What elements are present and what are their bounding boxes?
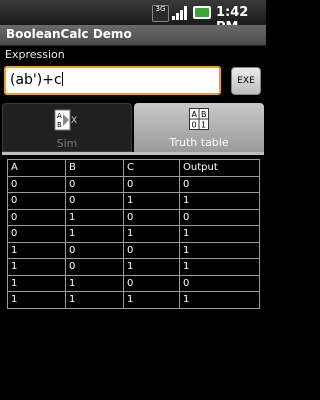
table-cell: 1 [123, 192, 180, 210]
table-cell: 1 [123, 291, 180, 309]
table-row: 0000 [7, 175, 260, 193]
3g-icon: 3G [152, 5, 169, 22]
header-cell: Output [179, 159, 260, 177]
svg-text:1: 1 [201, 121, 206, 130]
exe-button[interactable]: EXE [231, 67, 261, 95]
table-row: 0100 [7, 208, 260, 226]
table-cell: 0 [179, 175, 260, 193]
text-caret [61, 72, 63, 86]
table-cell: 0 [179, 208, 260, 226]
header-cell: A [7, 159, 66, 177]
tab-truth-table-label: Truth table [169, 136, 229, 149]
table-cell: 1 [179, 258, 260, 276]
table-cell: 0 [7, 225, 66, 243]
table-row: 0011 [7, 192, 260, 210]
tab-sim[interactable]: A B X Sim [2, 103, 132, 152]
table-cell: 0 [123, 274, 180, 292]
table-cell: 0 [65, 241, 124, 259]
table-header-row: A B C Output [7, 159, 260, 177]
expression-label: Expression [5, 48, 65, 61]
table-cell: 0 [65, 192, 124, 210]
truth-table: A B C Output 000000110100011110011011110… [7, 159, 260, 309]
expression-value: (ab')+c [10, 72, 62, 88]
table-cell: 1 [7, 241, 66, 259]
sim-gate-icon: A B X [54, 109, 77, 131]
table-cell: 1 [7, 258, 66, 276]
table-cell: 0 [123, 208, 180, 226]
table-cell: 1 [65, 274, 124, 292]
header-cell: B [65, 159, 124, 177]
table-cell: 0 [7, 208, 66, 226]
table-cell: 1 [123, 225, 180, 243]
table-row: 0111 [7, 225, 260, 243]
table-cell: 1 [65, 225, 124, 243]
svg-text:B: B [57, 121, 62, 129]
status-bar: 3G 1:42 PM [0, 0, 266, 35]
table-row: 1111 [7, 291, 260, 309]
table-cell: 0 [7, 192, 66, 210]
header-cell: C [123, 159, 180, 177]
signal-icon [172, 6, 187, 20]
svg-text:A: A [57, 112, 62, 120]
tab-indicator [2, 152, 264, 155]
tab-sim-label: Sim [56, 137, 78, 150]
table-row: 1100 [7, 274, 260, 292]
table-cell: 0 [65, 175, 124, 193]
svg-text:B: B [201, 110, 207, 119]
table-cell: 0 [7, 175, 66, 193]
table-cell: 0 [179, 274, 260, 292]
table-cell: 1 [65, 291, 124, 309]
table-cell: 1 [7, 291, 66, 309]
table-cell: 1 [179, 192, 260, 210]
table-cell: 1 [123, 258, 180, 276]
expression-input[interactable]: (ab')+c [4, 66, 221, 95]
table-cell: 0 [123, 241, 180, 259]
svg-text:A: A [192, 110, 198, 119]
svg-text:0: 0 [192, 121, 197, 130]
table-cell: 1 [179, 241, 260, 259]
table-cell: 0 [65, 258, 124, 276]
table-cell: 1 [179, 225, 260, 243]
table-cell: 1 [7, 274, 66, 292]
tab-truth-table[interactable]: A B 0 1 Truth table [134, 103, 264, 152]
table-cell: 1 [179, 291, 260, 309]
table-cell: 1 [65, 208, 124, 226]
battery-icon [193, 6, 211, 19]
svg-text:X: X [71, 116, 77, 126]
app-title-bar: BooleanCalc Demo [0, 25, 266, 46]
truth-table-icon: A B 0 1 [189, 108, 209, 130]
table-row: 1011 [7, 258, 260, 276]
app-title: BooleanCalc Demo [6, 27, 132, 41]
table-cell: 0 [123, 175, 180, 193]
table-row: 1001 [7, 241, 260, 259]
network-badge-text: 3G [155, 5, 166, 13]
